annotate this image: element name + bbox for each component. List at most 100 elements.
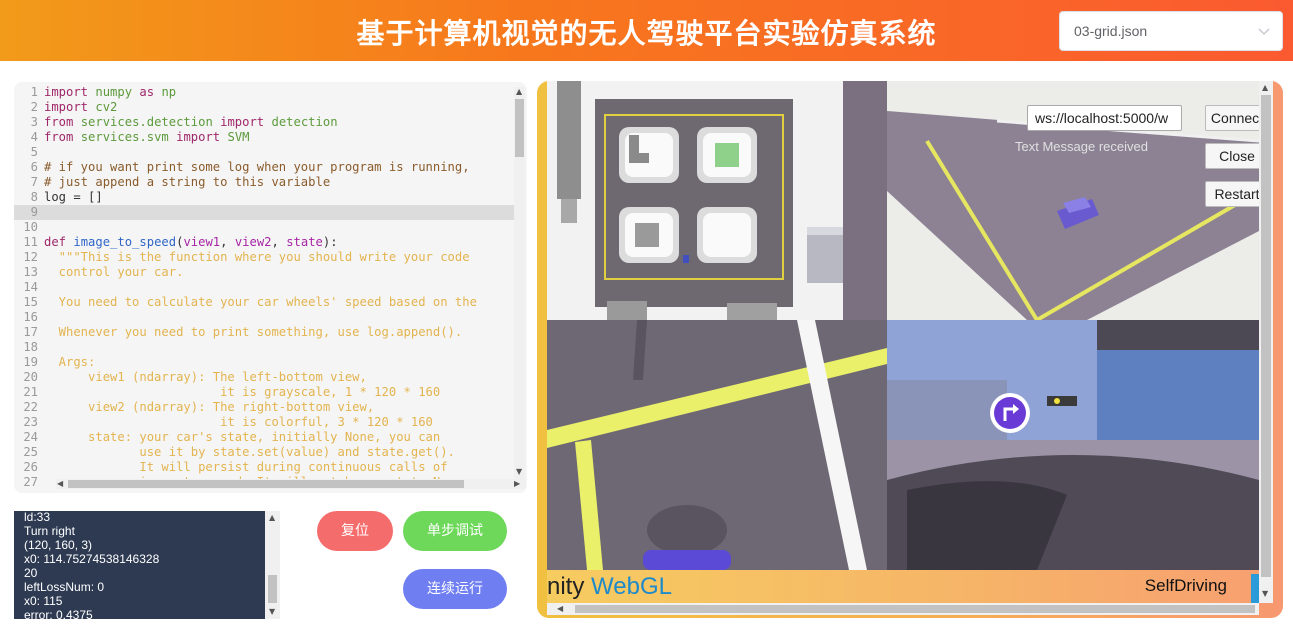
code-token: ,	[220, 235, 235, 249]
scroll-down-arrow-icon[interactable]: ▼	[269, 607, 275, 616]
code-token: import	[220, 115, 265, 129]
code-line[interactable]: 6 # if you want print some log when your …	[14, 160, 514, 175]
code-line[interactable]: 26 It will persist during continuous cal…	[14, 460, 514, 475]
step-debug-button[interactable]: 单步调试	[403, 511, 507, 551]
scroll-left-arrow-icon[interactable]: ◀	[57, 479, 63, 488]
code-line[interactable]: 15 You need to calculate your car wheels…	[14, 295, 514, 310]
line-number: 17	[23, 325, 38, 339]
line-number: 21	[23, 385, 38, 399]
line-number: 20	[23, 370, 38, 384]
code-line[interactable]: 11 def image_to_speed(view1, view2, state…	[14, 235, 514, 250]
code-line[interactable]: 2 import cv2	[14, 100, 514, 115]
log-line: leftLossNum: 0	[24, 580, 105, 594]
code-line[interactable]: 7 # just append a string to this variable	[14, 175, 514, 190]
log-line: ld:33	[24, 511, 51, 524]
log-lines: ld:33 Turn right (120, 160, 3) x0: 114.7527…	[14, 511, 159, 619]
code-line[interactable]: 17 Whenever you need to print something,…	[14, 325, 514, 340]
right-bottom-camera-view	[887, 320, 1259, 570]
code-line[interactable]: 23 it is colorful, 3 * 120 * 160	[14, 415, 514, 430]
simulator-vertical-scrollbar[interactable]: ▲ ▼	[1259, 81, 1273, 603]
fullscreen-button[interactable]	[1251, 574, 1259, 603]
editor-horizontal-scrollbar[interactable]: ◀ ▶	[56, 479, 526, 489]
code-token: Args:	[44, 355, 96, 369]
code-line[interactable]: 14	[14, 280, 514, 295]
code-token: view2 (ndarray): The right-bottom view,	[44, 400, 375, 414]
code-token: ):	[322, 235, 338, 249]
simulator-panel: Text Message received ws://localhost:500…	[537, 81, 1283, 618]
code-line[interactable]: 8 log = []	[14, 190, 514, 205]
code-line[interactable]: 1 import numpy as np	[14, 85, 514, 100]
unity-viewport[interactable]: Text Message received ws://localhost:500…	[547, 81, 1269, 603]
code-line[interactable]: 24 state: your car's state, initially No…	[14, 430, 514, 445]
map-select-value: 03-grid.json	[1074, 23, 1148, 39]
code-token: state: your car's state, initially None,…	[44, 430, 441, 444]
line-number: 19	[23, 355, 38, 369]
reset-button[interactable]: 复位	[317, 511, 393, 551]
code-line[interactable]: 25 use it by state.set(value) and state.…	[14, 445, 514, 460]
websocket-url-input[interactable]: ws://localhost:5000/w	[1027, 105, 1182, 131]
code-line[interactable]: 20 view1 (ndarray): The left-bottom view…	[14, 370, 514, 385]
left-bottom-camera-view	[547, 320, 887, 570]
line-number: 14	[23, 280, 38, 294]
code-token: detection	[271, 115, 338, 129]
log-line: error: 0.4375	[24, 608, 93, 619]
scroll-left-arrow-icon[interactable]: ◀	[557, 604, 563, 613]
console-scrollbar[interactable]: ▲ ▼	[265, 511, 280, 619]
line-number: 9	[30, 205, 38, 219]
scroll-up-arrow-icon[interactable]: ▲	[516, 87, 522, 96]
code-line[interactable]: 12 """This is the function where you sho…	[14, 250, 514, 265]
code-line[interactable]: 18	[14, 340, 514, 355]
code-token: control your car.	[44, 265, 184, 279]
code-line[interactable]: 10	[14, 220, 514, 235]
scroll-down-arrow-icon[interactable]: ▼	[1262, 589, 1268, 598]
editor-horizontal-scroll-thumb[interactable]	[68, 480, 464, 488]
code-editor[interactable]: 1 import numpy as np 2 import cv2 3 from serv…	[14, 82, 527, 493]
editor-vertical-scroll-thumb[interactable]	[515, 99, 524, 157]
status-message: Text Message received	[1015, 139, 1148, 154]
simulator-vertical-scroll-thumb[interactable]	[1261, 95, 1271, 577]
code-token: from	[44, 115, 74, 129]
scroll-up-arrow-icon[interactable]: ▲	[1262, 83, 1268, 92]
log-console[interactable]: ld:33 Turn right (120, 160, 3) x0: 114.7527…	[14, 511, 280, 619]
scroll-up-arrow-icon[interactable]: ▲	[269, 513, 275, 522]
continuous-run-button[interactable]: 连续运行	[403, 569, 507, 609]
line-number: 10	[23, 220, 38, 234]
code-line[interactable]: 19 Args:	[14, 355, 514, 370]
code-token: view2	[234, 235, 272, 249]
code-line[interactable]: 5	[14, 145, 514, 160]
line-number: 8	[30, 190, 38, 204]
scroll-down-arrow-icon[interactable]: ▼	[516, 467, 522, 476]
log-line: Turn right	[24, 524, 75, 538]
code-line[interactable]: 13 control your car.	[14, 265, 514, 280]
line-number: 1	[30, 85, 38, 99]
code-line[interactable]: 3 from services.detection import detectio…	[14, 115, 514, 130]
code-token: image_to_speed	[73, 235, 177, 249]
unity-footer: nity WebGL SelfDriving	[547, 570, 1259, 603]
code-line[interactable]: 16	[14, 310, 514, 325]
code-line[interactable]: 22 view2 (ndarray): The right-bottom vie…	[14, 400, 514, 415]
line-number: 27	[23, 475, 38, 489]
code-line[interactable]: 9	[14, 205, 514, 220]
code-token: Whenever you need to print something, us…	[44, 325, 463, 339]
console-scroll-thumb[interactable]	[268, 575, 277, 603]
code-line[interactable]: 4 from services.svm import SVM	[14, 130, 514, 145]
unity-logo-text: nity	[547, 573, 585, 600]
map-select[interactable]: 03-grid.json	[1059, 11, 1283, 51]
code-token: """This is the function where you should…	[44, 250, 470, 264]
chevron-down-icon	[1258, 28, 1270, 35]
app-name: SelfDriving	[1144, 576, 1227, 595]
scroll-right-arrow-icon[interactable]: ▶	[514, 479, 520, 488]
line-number: 26	[23, 460, 38, 474]
editor-vertical-scrollbar[interactable]: ▲ ▼	[514, 87, 525, 479]
line-number: 24	[23, 430, 38, 444]
code-line[interactable]: 21 it is grayscale, 1 * 120 * 160	[14, 385, 514, 400]
line-number: 25	[23, 445, 38, 459]
simulator-horizontal-scroll-thumb[interactable]	[575, 605, 1255, 613]
code-token: log = []	[44, 190, 103, 204]
log-line: 20	[24, 566, 38, 580]
simulator-horizontal-scrollbar[interactable]: ◀	[547, 603, 1259, 615]
line-number: 3	[30, 115, 38, 129]
code-lines[interactable]: 1 import numpy as np 2 import cv2 3 from serv…	[14, 85, 514, 489]
code-token: import	[44, 85, 89, 99]
